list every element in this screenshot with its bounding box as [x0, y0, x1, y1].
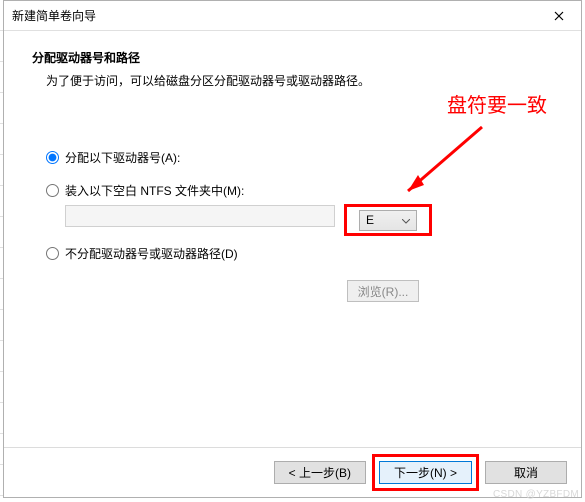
next-button[interactable]: 下一步(N) >	[379, 461, 472, 484]
chevron-down-icon	[402, 213, 410, 227]
back-button-label: < 上一步(B)	[289, 464, 351, 481]
no-assign-radio[interactable]	[46, 247, 59, 260]
next-button-label: 下一步(N) >	[394, 464, 457, 481]
option-no-assign: 不分配驱动器号或驱动器路径(D)	[46, 245, 553, 262]
page-subheading: 为了便于访问，可以给磁盘分区分配驱动器号或驱动器路径。	[46, 72, 553, 89]
next-button-highlight: 下一步(N) >	[372, 454, 479, 491]
annotation-text: 盘符要一致	[447, 89, 547, 118]
cancel-button[interactable]: 取消	[485, 461, 567, 484]
no-assign-label: 不分配驱动器号或驱动器路径(D)	[65, 245, 238, 262]
assign-letter-radio[interactable]	[46, 151, 59, 164]
browse-button-label: 浏览(R)...	[358, 283, 409, 300]
option-mount-folder: 装入以下空白 NTFS 文件夹中(M):	[46, 182, 553, 199]
content-area: 分配驱动器号和路径 为了便于访问，可以给磁盘分区分配驱动器号或驱动器路径。 盘符…	[4, 31, 581, 447]
drive-letter-value: E	[366, 213, 374, 227]
close-icon	[554, 11, 564, 21]
window-title: 新建简单卷向导	[12, 7, 96, 24]
close-button[interactable]	[536, 1, 581, 30]
cancel-button-label: 取消	[514, 464, 538, 481]
assign-letter-label: 分配以下驱动器号(A):	[65, 149, 180, 166]
back-button[interactable]: < 上一步(B)	[274, 461, 366, 484]
page-heading: 分配驱动器号和路径	[32, 49, 553, 66]
titlebar: 新建简单卷向导	[4, 1, 581, 31]
mount-folder-radio[interactable]	[46, 184, 59, 197]
wizard-window: 新建简单卷向导 分配驱动器号和路径 为了便于访问，可以给磁盘分区分配驱动器号或驱…	[3, 0, 582, 498]
mount-folder-label: 装入以下空白 NTFS 文件夹中(M):	[65, 182, 244, 199]
option-assign-letter: 分配以下驱动器号(A):	[46, 149, 553, 166]
mount-path-input	[65, 205, 335, 227]
options-group: 分配以下驱动器号(A): 装入以下空白 NTFS 文件夹中(M): 不分配驱动器…	[46, 149, 553, 262]
drive-letter-select[interactable]: E	[359, 210, 417, 231]
browse-button: 浏览(R)...	[347, 280, 419, 302]
watermark: CSDN @YZBFDM	[493, 489, 579, 500]
drive-letter-highlight: E	[344, 204, 432, 236]
